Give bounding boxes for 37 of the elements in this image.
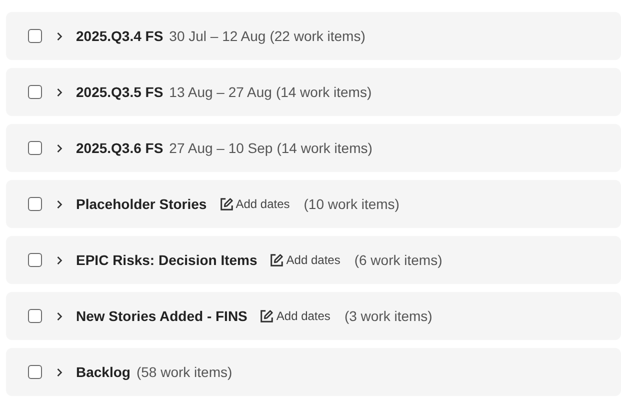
checkbox[interactable]	[28, 365, 42, 379]
chevron-right-icon[interactable]	[56, 32, 63, 40]
chevron-right-icon[interactable]	[56, 144, 63, 152]
sprint-name: 2025.Q3.5 FS	[76, 82, 164, 102]
work-item-count: (58 work items)	[136, 362, 232, 382]
work-item-count: (10 work items)	[304, 194, 400, 214]
checkbox[interactable]	[28, 197, 42, 211]
add-dates-button[interactable]: Add dates	[218, 195, 290, 213]
add-dates-button[interactable]: Add dates	[269, 251, 340, 269]
sprint-dates: 13 Aug – 27 Aug	[169, 82, 272, 102]
sprint-dates: 30 Jul – 12 Aug	[169, 26, 266, 46]
edit-icon	[259, 308, 274, 324]
sprint-name: Backlog	[76, 362, 130, 382]
sprint-name: Placeholder Stories	[76, 194, 207, 214]
chevron-right-icon[interactable]	[56, 88, 63, 96]
work-item-count: (3 work items)	[344, 306, 432, 326]
add-dates-button[interactable]: Add dates	[259, 307, 330, 325]
chevron-right-icon[interactable]	[56, 256, 63, 264]
sprint-name: EPIC Risks: Decision Items	[76, 250, 258, 270]
sprint-name: New Stories Added - FINS	[76, 306, 248, 326]
sprint-name: 2025.Q3.4 FS	[76, 26, 164, 46]
edit-icon	[269, 252, 284, 268]
chevron-right-icon[interactable]	[56, 200, 63, 208]
work-item-count: (6 work items)	[354, 250, 442, 270]
sprint-name: 2025.Q3.6 FS	[76, 138, 164, 158]
work-item-count: (14 work items)	[276, 82, 372, 102]
checkbox[interactable]	[28, 29, 42, 43]
work-item-count: (14 work items)	[276, 138, 372, 158]
sprint-dates: 27 Aug – 10 Sep	[169, 138, 273, 158]
chevron-right-icon[interactable]	[56, 312, 63, 320]
chevron-right-icon[interactable]	[56, 368, 63, 376]
checkbox[interactable]	[28, 141, 42, 155]
checkbox[interactable]	[28, 253, 42, 267]
work-item-count: (22 work items)	[270, 26, 366, 46]
checkbox[interactable]	[28, 309, 42, 323]
edit-icon	[218, 196, 234, 212]
checkbox[interactable]	[28, 85, 42, 99]
